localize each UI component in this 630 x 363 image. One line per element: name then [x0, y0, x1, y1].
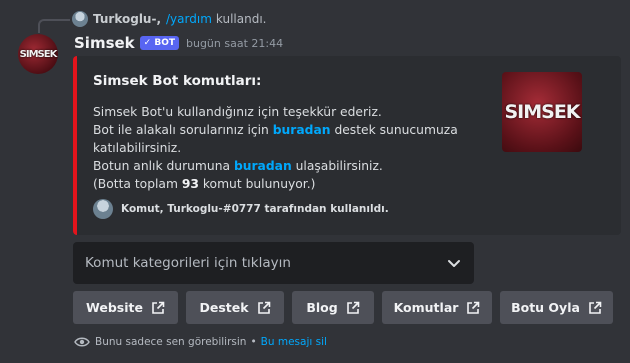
command-count: 93: [181, 177, 199, 191]
embed-line-4: (Botta toplam 93 komut bulunuyor.): [93, 175, 479, 193]
blog-button-label: Blog: [306, 300, 338, 315]
select-placeholder: Komut kategorileri için tıklayın: [85, 255, 291, 271]
reply-username[interactable]: Turkoglu-,: [93, 12, 161, 26]
blog-button[interactable]: Blog: [292, 291, 374, 324]
website-button-label: Website: [86, 300, 143, 315]
embed-line-3-prefix: Botun anlık durumuna: [93, 159, 234, 173]
embed-line-1: Simsek Bot'u kullandığınız için teşekkür…: [93, 105, 382, 119]
bot-avatar[interactable]: SIMSEK: [18, 34, 58, 74]
reply-action-text: kullandı.: [215, 12, 267, 26]
avatar-logo: SIMSEK: [19, 48, 58, 60]
support-button-label: Destek: [199, 300, 249, 315]
embed-line-3-suffix: ulaşabilirsiniz.: [291, 159, 383, 173]
eye-icon: [74, 337, 90, 347]
embed-thumbnail[interactable]: SIMSEK: [502, 72, 582, 152]
embed-line-2-prefix: Bot ile alakalı sorularınız için: [93, 123, 273, 137]
external-link-icon: [467, 301, 480, 314]
status-link[interactable]: buradan: [234, 159, 292, 173]
ephemeral-notice: Bunu sadece sen görebilirsin • Bu mesajı…: [74, 336, 327, 348]
support-button[interactable]: Destek: [186, 291, 284, 324]
embed-line-2: Bot ile alakalı sorularınız için buradan…: [93, 121, 479, 157]
embed-line-4-suffix: komut bulunuyor.): [198, 177, 316, 191]
thumbnail-logo: SIMSEK: [504, 101, 580, 123]
embed-description: Simsek Bot'u kullandığınız için teşekkür…: [93, 103, 479, 193]
commands-button[interactable]: Komutlar: [382, 291, 492, 324]
external-link-icon: [346, 301, 359, 314]
reply-connector: [38, 19, 70, 33]
message-timestamp[interactable]: bugün saat 21:44: [186, 37, 283, 50]
vote-bot-button[interactable]: Botu Oyla: [500, 291, 613, 324]
author-name[interactable]: Simsek: [74, 34, 135, 52]
footer-text: Komut, Turkoglu-#0777 tarafından kullanı…: [121, 203, 389, 215]
chevron-down-icon: [448, 260, 460, 267]
external-link-icon: [589, 301, 602, 314]
category-select-menu[interactable]: Komut kategorileri için tıklayın: [73, 242, 474, 284]
reply-command[interactable]: /yardım: [166, 12, 212, 26]
external-link-icon: [152, 301, 165, 314]
commands-button-label: Komutlar: [393, 300, 459, 315]
dismiss-message-link[interactable]: Bu mesajı sil: [261, 336, 327, 348]
external-link-icon: [257, 301, 270, 314]
bot-badge: ✓ BOT: [139, 36, 179, 50]
embed-line-3: Botun anlık durumuna buradan ulaşabilirs…: [93, 157, 479, 175]
message-header: Simsek ✓ BOT bugün saat 21:44: [74, 33, 283, 53]
embed-title: Simsek Bot komutları:: [93, 73, 262, 89]
embed-footer: Komut, Turkoglu-#0777 tarafından kullanı…: [93, 199, 389, 219]
embed-line-4-prefix: (Botta toplam: [93, 177, 182, 191]
reply-reference[interactable]: Turkoglu-, /yardım kullandı.: [72, 10, 266, 28]
ephemeral-text: Bunu sadece sen görebilirsin: [95, 336, 247, 348]
vote-bot-button-label: Botu Oyla: [511, 300, 580, 315]
separator: •: [250, 336, 257, 348]
website-button[interactable]: Website: [73, 291, 178, 324]
embed: Simsek Bot komutları: Simsek Bot'u kulla…: [73, 56, 621, 235]
reply-avatar-icon[interactable]: [72, 11, 88, 27]
support-server-link[interactable]: buradan: [273, 123, 331, 137]
footer-avatar-icon: [93, 199, 113, 219]
